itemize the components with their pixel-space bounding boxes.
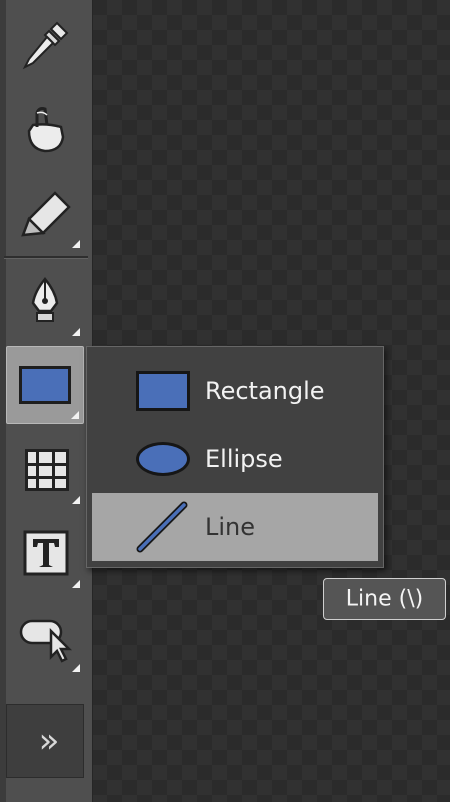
expand-panel-button[interactable]: » <box>6 704 84 778</box>
paint-bucket-tool[interactable] <box>6 90 84 168</box>
tooltip: Line (\) <box>323 578 446 620</box>
shape-flyout-menu: Rectangle Ellipse Line <box>86 346 384 568</box>
rectangle-icon <box>19 366 71 404</box>
menu-item-line[interactable]: Line <box>92 493 378 561</box>
app-window: » Rectangle Ellipse Line Line (\) <box>0 0 450 802</box>
rectangle-icon <box>136 371 190 411</box>
submenu-indicator-icon <box>72 240 80 248</box>
pen-tool[interactable] <box>6 262 84 340</box>
text-tool[interactable] <box>6 514 84 592</box>
submenu-indicator-icon <box>72 496 80 504</box>
menu-item-rectangle[interactable]: Rectangle <box>92 357 378 425</box>
ellipse-icon <box>136 442 190 476</box>
menu-item-label: Rectangle <box>205 377 325 405</box>
eyedropper-icon <box>22 21 69 70</box>
eraser-tool[interactable] <box>6 174 84 252</box>
submenu-indicator-icon <box>72 664 80 672</box>
paint-bucket-icon <box>27 107 65 153</box>
table-tool[interactable] <box>6 430 84 508</box>
tools-panel: » <box>0 0 93 802</box>
table-grid-icon <box>25 449 69 491</box>
menu-item-label: Line <box>205 513 256 541</box>
text-t-icon <box>23 530 69 576</box>
submenu-indicator-icon <box>72 580 80 588</box>
menu-item-ellipse[interactable]: Ellipse <box>92 425 378 493</box>
toolbar-divider <box>4 256 88 259</box>
pen-nib-icon <box>31 277 59 322</box>
line-icon <box>136 501 188 553</box>
eyedropper-tool[interactable] <box>6 6 84 84</box>
callout-pointer-icon <box>19 619 73 663</box>
menu-item-label: Ellipse <box>205 445 283 473</box>
shape-tool[interactable] <box>6 346 84 424</box>
submenu-indicator-icon <box>72 328 80 336</box>
callout-tool[interactable] <box>6 598 84 676</box>
tooltip-text: Line (\) <box>345 586 424 612</box>
submenu-indicator-icon <box>71 411 79 419</box>
double-chevron-right-icon: » <box>38 721 60 761</box>
eraser-icon <box>21 191 71 237</box>
